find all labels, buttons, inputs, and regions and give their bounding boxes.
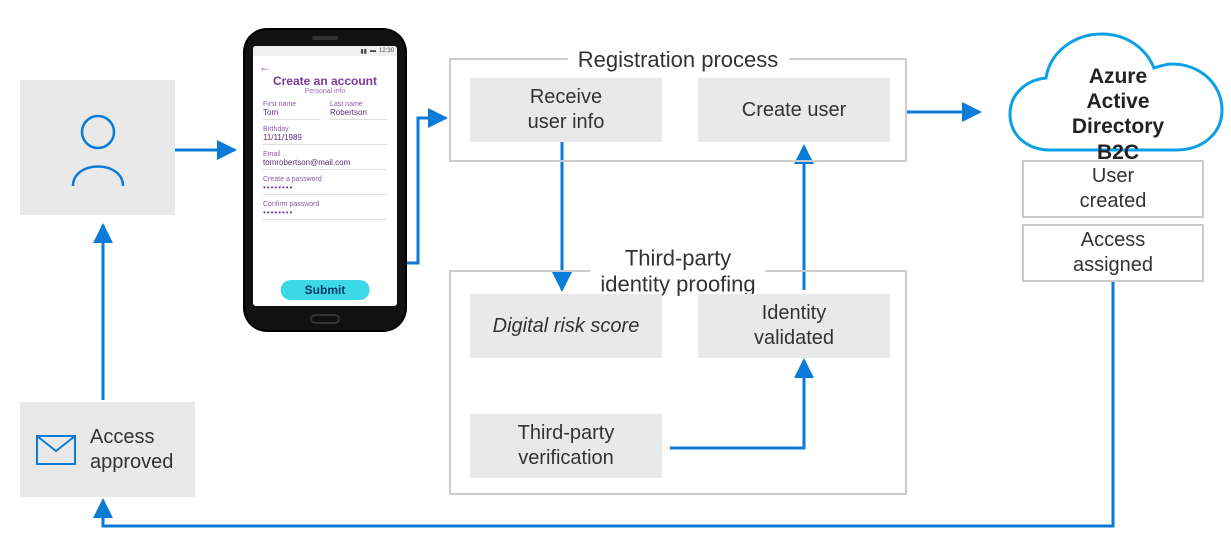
firstname-label: First name — [263, 101, 320, 108]
access-approved-label: Access approved — [90, 425, 173, 475]
envelope-icon — [36, 435, 76, 465]
access-assigned-box: Access assigned — [1022, 224, 1204, 282]
birthday-value[interactable]: 11/11/1989 — [263, 133, 387, 145]
digital-risk-label: Digital risk score — [493, 314, 640, 339]
identity-validated-label: Identity validated — [754, 301, 834, 351]
back-icon[interactable]: ← — [253, 56, 397, 74]
battery-icon: ▬ — [370, 48, 376, 54]
person-icon — [63, 108, 133, 188]
user-created-box: User created — [1022, 160, 1204, 218]
third-party-verification-box: Third-party verification — [470, 414, 662, 478]
third-party-verification-label: Third-party verification — [518, 421, 615, 471]
phone-subtitle: Personal info — [253, 88, 397, 95]
phone-home-button[interactable] — [310, 314, 340, 324]
phone-title: Create an account — [253, 74, 397, 88]
receive-user-info-label: Receive user info — [528, 85, 605, 135]
user-box — [20, 80, 175, 215]
azure-cloud-title: Azure Active Directory B2C — [1038, 64, 1198, 165]
firstname-value[interactable]: Tom — [263, 108, 320, 120]
signal-icon: ▮▮ — [360, 48, 367, 55]
createpw-value[interactable]: •••••••• — [263, 183, 387, 195]
phone-mockup: ▮▮ ▬ 12:30 ← Create an account Personal … — [245, 30, 405, 330]
birthday-label: Birthday — [263, 126, 387, 133]
create-user-label: Create user — [742, 98, 847, 123]
digital-risk-box: Digital risk score — [470, 294, 662, 358]
createpw-label: Create a password — [263, 176, 387, 183]
access-approved-box: Access approved — [20, 402, 195, 497]
create-user-box: Create user — [698, 78, 890, 142]
receive-user-info-box: Receive user info — [470, 78, 662, 142]
proofing-title: Third-party identity proofing — [590, 246, 765, 299]
phone-screen: ▮▮ ▬ 12:30 ← Create an account Personal … — [253, 46, 397, 306]
identity-validated-box: Identity validated — [698, 294, 890, 358]
phone-statusbar: ▮▮ ▬ 12:30 — [253, 46, 397, 56]
lastname-label: Last name — [330, 101, 387, 108]
lastname-value[interactable]: Robertson — [330, 108, 387, 120]
phone-speaker — [312, 36, 338, 40]
confirmpw-value[interactable]: •••••••• — [263, 208, 387, 220]
user-created-label: User created — [1080, 164, 1147, 214]
phone-time: 12:30 — [379, 48, 394, 54]
registration-title: Registration process — [568, 47, 789, 73]
submit-button[interactable]: Submit — [281, 280, 370, 300]
email-value[interactable]: tomrobertson@mail.com — [263, 158, 387, 170]
confirmpw-label: Confirm password — [263, 201, 387, 208]
access-assigned-label: Access assigned — [1073, 228, 1153, 278]
email-label: Email — [263, 151, 387, 158]
